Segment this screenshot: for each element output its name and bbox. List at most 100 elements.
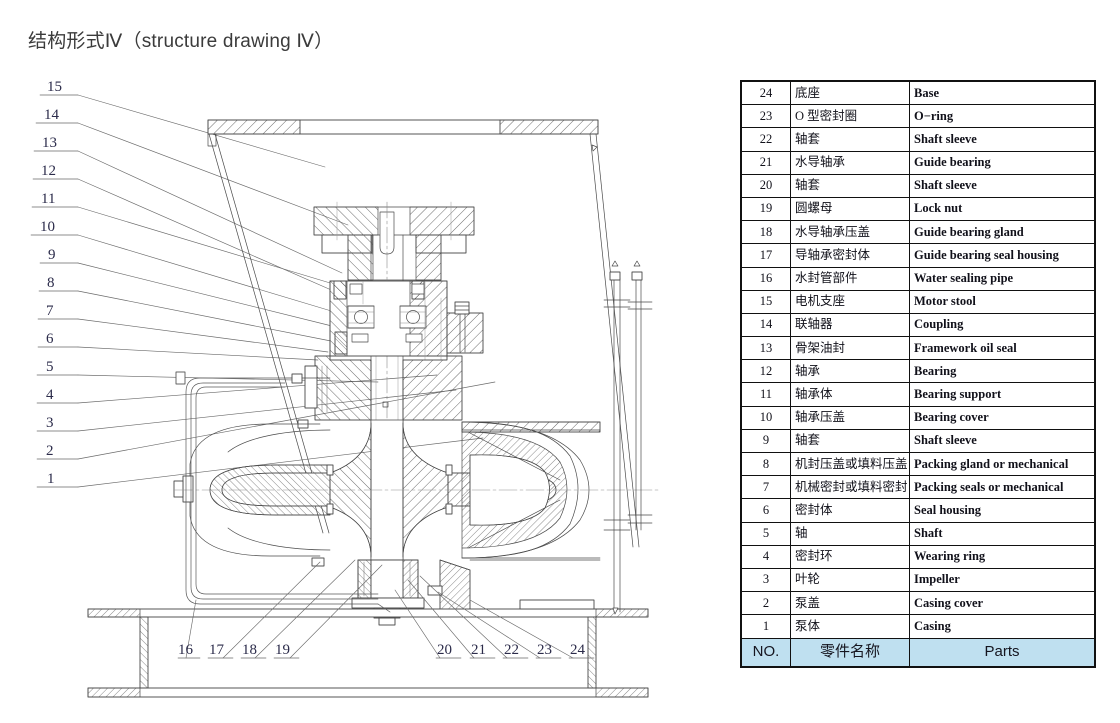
table-row: 9 轴套 Shaft sleeve <box>740 428 1096 454</box>
part-number-cell: 1 <box>740 614 791 639</box>
callout-20: 20 <box>437 642 452 658</box>
table-row: 11 轴承体 Bearing support <box>740 382 1096 407</box>
part-name-en-cell: Packing gland or mechanical <box>909 451 1096 477</box>
part-name-en-cell: Bearing <box>909 359 1096 384</box>
impeller-and-casing <box>173 419 661 561</box>
part-name-en-cell: Guide bearing gland <box>909 220 1096 245</box>
part-name-cn-cell: 机封压盖或填料压盖 <box>790 451 910 477</box>
table-row: 22 轴套 Shaft sleeve <box>740 127 1096 152</box>
part-name-en-cell: Coupling <box>909 312 1096 338</box>
part-number-cell: 10 <box>740 405 791 430</box>
technical-drawing: 15 14 13 12 11 10 9 8 7 6 5 4 3 2 1 16 1… <box>0 60 730 700</box>
part-name-cn-cell: 圆螺母 <box>790 196 910 222</box>
part-name-en-cell: Casing cover <box>909 591 1096 616</box>
part-number-cell: 5 <box>740 521 791 546</box>
callout-16: 16 <box>178 642 194 658</box>
part-name-cn-cell: 轴承体 <box>790 382 910 407</box>
part-name-en-cell: Motor stool <box>909 289 1096 314</box>
part-name-en-cell: Guide bearing <box>909 150 1096 175</box>
table-row: 17 导轴承密封体 Guide bearing seal housing <box>740 243 1096 268</box>
part-number-cell: 18 <box>740 220 791 245</box>
part-name-cn-cell: 水封管部件 <box>790 266 910 291</box>
header-no: NO. <box>740 637 791 667</box>
table-row: 5 轴 Shaft <box>740 521 1096 546</box>
part-name-cn-cell: 轴套 <box>790 428 910 454</box>
part-name-en-cell: Shaft sleeve <box>909 428 1096 454</box>
left-callout-numbers: 15 14 13 12 11 10 9 8 7 6 5 4 3 2 1 <box>40 79 62 487</box>
part-name-cn-cell: 轴承压盖 <box>790 405 910 430</box>
callout-5: 5 <box>46 359 54 375</box>
seal-housing <box>284 355 463 429</box>
part-name-en-cell: Casing <box>909 614 1096 639</box>
part-name-cn-cell: 密封体 <box>790 498 910 523</box>
part-name-en-cell: Wearing ring <box>909 544 1096 569</box>
callout-4: 4 <box>46 387 54 403</box>
table-row: 24 底座 Base <box>740 80 1096 106</box>
tie-rods <box>603 260 653 615</box>
table-row: 7 机械密封或填料密封 Packing seals or mechanical <box>740 475 1096 500</box>
part-name-en-cell: Bearing cover <box>909 405 1096 430</box>
base-plate <box>87 599 649 698</box>
parts-table: 24 底座 Base 23 O 型密封圈 O−ring 22 轴套 Shaft sleeve 21… <box>740 80 1096 668</box>
part-number-cell: 4 <box>740 544 791 569</box>
part-name-cn-cell: 泵盖 <box>790 591 910 616</box>
table-row: 3 叶轮 Impeller <box>740 567 1096 593</box>
part-name-en-cell: Water sealing pipe <box>909 266 1096 291</box>
table-row: 19 圆螺母 Lock nut <box>740 196 1096 222</box>
callout-6: 6 <box>46 331 54 347</box>
part-number-cell: 6 <box>740 498 791 523</box>
part-name-cn-cell: 底座 <box>790 80 910 106</box>
part-number-cell: 9 <box>740 428 791 454</box>
bottom-callout-numbers: 16 17 18 19 20 21 22 23 24 <box>178 642 586 658</box>
part-name-en-cell: Packing seals or mechanical <box>909 475 1096 500</box>
table-row: 12 轴承 Bearing <box>740 359 1096 384</box>
part-name-cn-cell: 轴承 <box>790 359 910 384</box>
callout-19: 19 <box>275 642 290 658</box>
table-row: 1 泵体 Casing <box>740 614 1096 639</box>
table-row: 21 水导轴承 Guide bearing <box>740 150 1096 175</box>
part-number-cell: 3 <box>740 567 791 593</box>
part-name-en-cell: Seal housing <box>909 498 1096 523</box>
part-name-en-cell: Impeller <box>909 567 1096 593</box>
callout-13: 13 <box>42 135 57 151</box>
part-name-cn-cell: 密封环 <box>790 544 910 569</box>
part-name-cn-cell: 水导轴承压盖 <box>790 220 910 245</box>
page-title: 结构形式Ⅳ（structure drawing Ⅳ） <box>28 31 334 52</box>
part-number-cell: 21 <box>740 150 791 175</box>
table-row: 6 密封体 Seal housing <box>740 498 1096 523</box>
callout-15: 15 <box>47 79 62 95</box>
part-name-cn-cell: 联轴器 <box>790 312 910 338</box>
part-number-cell: 13 <box>740 336 791 361</box>
part-number-cell: 20 <box>740 173 791 198</box>
table-row: 14 联轴器 Coupling <box>740 312 1096 338</box>
callout-11: 11 <box>41 191 55 207</box>
part-number-cell: 23 <box>740 104 791 129</box>
part-number-cell: 14 <box>740 312 791 338</box>
part-name-cn-cell: 轴 <box>790 521 910 546</box>
callout-24: 24 <box>570 642 586 658</box>
table-row: 13 骨架油封 Framework oil seal <box>740 336 1096 361</box>
part-name-cn-cell: 机械密封或填料密封 <box>790 475 910 500</box>
table-row: 20 轴套 Shaft sleeve <box>740 173 1096 198</box>
callout-18: 18 <box>242 642 257 658</box>
table-row: 15 电机支座 Motor stool <box>740 289 1096 314</box>
part-number-cell: 22 <box>740 127 791 152</box>
callout-8: 8 <box>47 275 55 291</box>
part-number-cell: 2 <box>740 591 791 616</box>
part-name-en-cell: Framework oil seal <box>909 336 1096 361</box>
header-part-name-en: Parts <box>909 637 1096 667</box>
table-row: 2 泵盖 Casing cover <box>740 591 1096 616</box>
part-number-cell: 17 <box>740 243 791 268</box>
part-number-cell: 8 <box>740 451 791 477</box>
parts-table-container: 24 底座 Base 23 O 型密封圈 O−ring 22 轴套 Shaft sleeve 21… <box>740 80 1096 668</box>
table-row: 8 机封压盖或填料压盖 Packing gland or mechanical <box>740 451 1096 477</box>
part-name-cn-cell: 叶轮 <box>790 567 910 593</box>
table-row: 16 水封管部件 Water sealing pipe <box>740 266 1096 291</box>
callout-17: 17 <box>209 642 225 658</box>
part-name-en-cell: Shaft sleeve <box>909 127 1096 152</box>
part-name-cn-cell: 轴套 <box>790 173 910 198</box>
table-row: 18 水导轴承压盖 Guide bearing gland <box>740 220 1096 245</box>
part-name-en-cell: Shaft <box>909 521 1096 546</box>
callout-10: 10 <box>40 219 55 235</box>
part-number-cell: 16 <box>740 266 791 291</box>
